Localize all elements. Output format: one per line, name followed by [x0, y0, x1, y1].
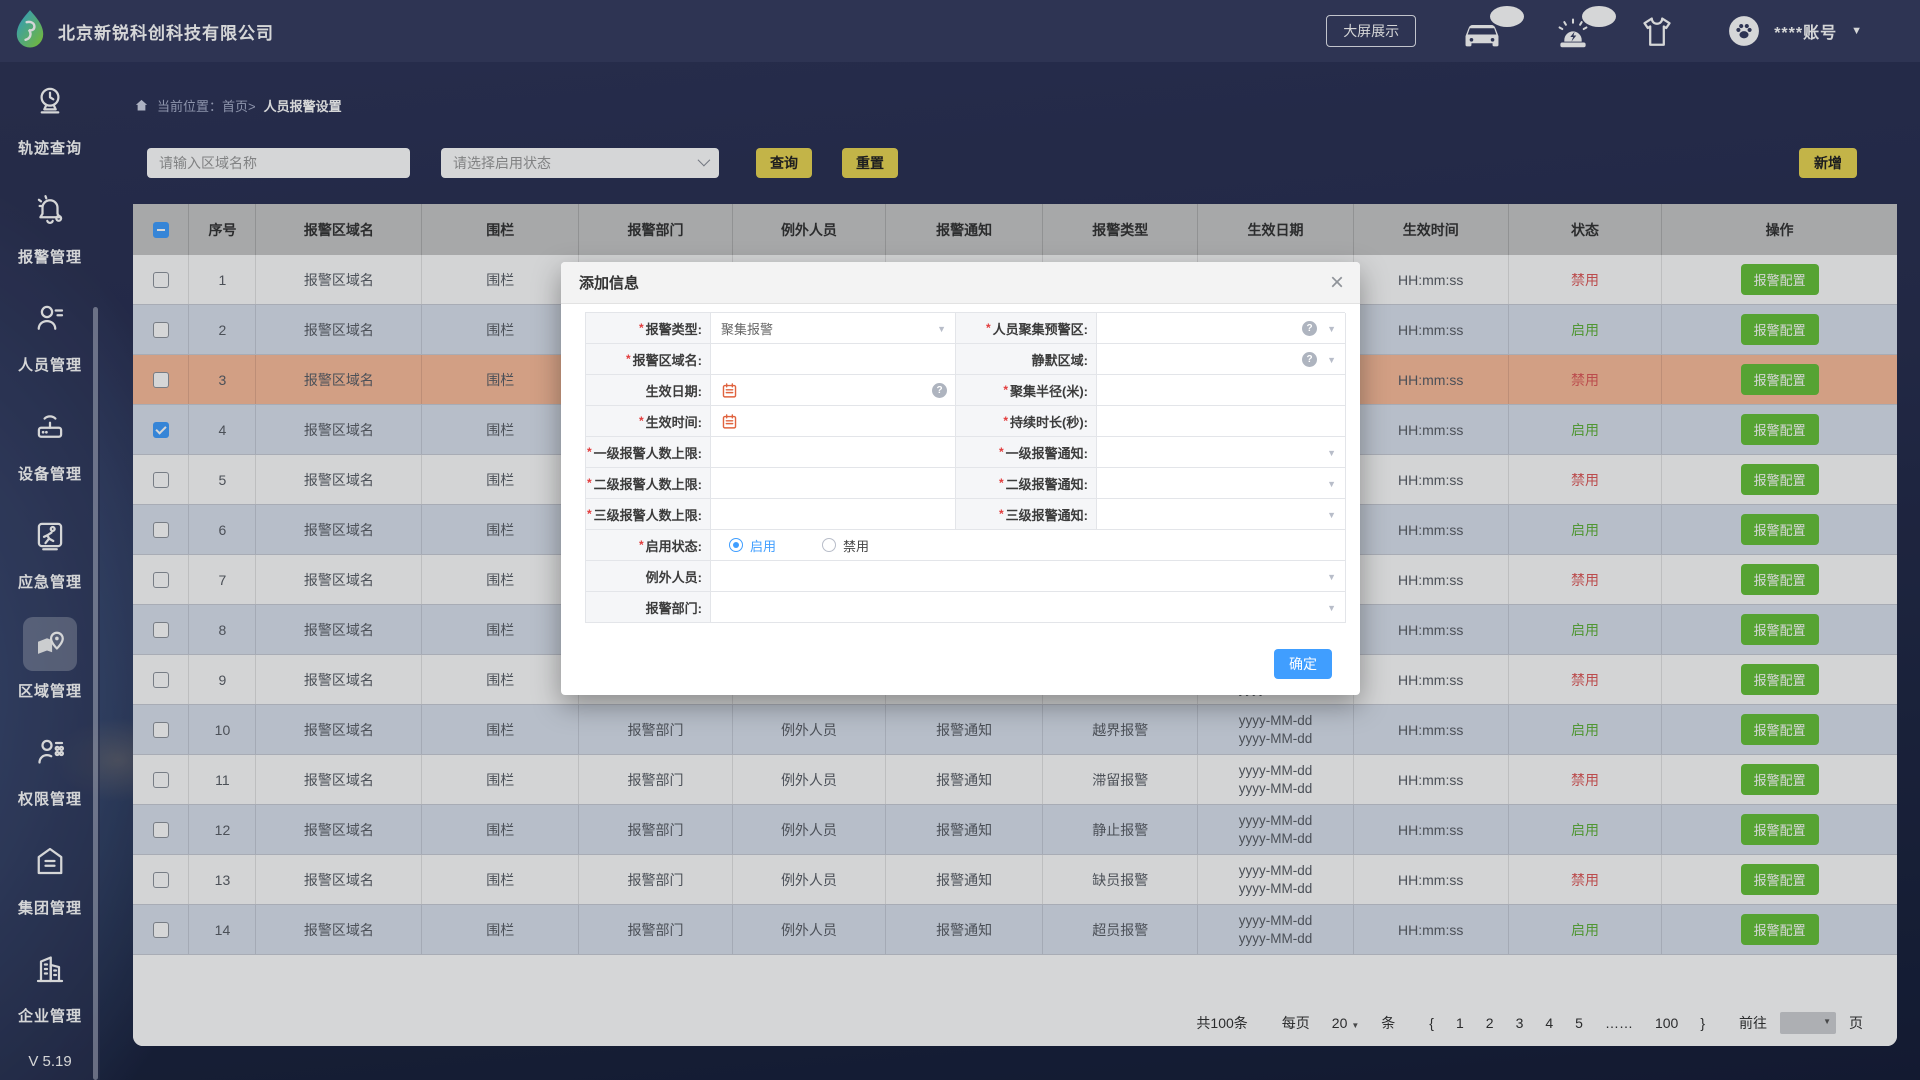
modal-title: 添加信息: [579, 272, 639, 293]
radio-dot-icon: [822, 538, 836, 552]
caret-down-icon: ▼: [1327, 572, 1336, 582]
label-报警类型: *报警类型:: [586, 313, 711, 344]
label-二级报警通知: *二级报警通知:: [956, 468, 1097, 499]
caret-down-icon: ▼: [1327, 479, 1336, 489]
field-报警类型[interactable]: 聚集报警 ▼: [711, 313, 956, 344]
field-例外人员[interactable]: ▼: [711, 561, 1346, 592]
label-聚集半径(米): *聚集半径(米):: [956, 375, 1097, 406]
field-三级报警通知[interactable]: ▼: [1097, 499, 1346, 530]
field-报警部门[interactable]: ▼: [711, 592, 1346, 623]
required-asterisk: *: [639, 414, 644, 428]
label-二级报警人数上限: *二级报警人数上限:: [586, 468, 711, 499]
calendar-icon: [721, 413, 738, 430]
required-asterisk: *: [587, 445, 592, 459]
required-asterisk: *: [1003, 414, 1008, 428]
confirm-button[interactable]: 确定: [1274, 649, 1332, 679]
help-icon: ?: [1302, 321, 1317, 336]
help-icon: ?: [1302, 352, 1317, 367]
caret-down-icon: ▼: [1327, 448, 1336, 458]
field-一级报警人数上限[interactable]: [711, 437, 956, 468]
field-持续时长(秒)[interactable]: [1097, 406, 1346, 437]
radio-启用[interactable]: 启用: [729, 536, 776, 555]
required-asterisk: *: [999, 476, 1004, 490]
label-三级报警通知: *三级报警通知:: [956, 499, 1097, 530]
required-asterisk: *: [639, 538, 644, 552]
label-一级报警人数上限: *一级报警人数上限:: [586, 437, 711, 468]
label-人员聚集预警区: *人员聚集预警区:: [956, 313, 1097, 344]
field-三级报警人数上限[interactable]: [711, 499, 956, 530]
required-asterisk: *: [587, 507, 592, 521]
radio-禁用[interactable]: 禁用: [822, 536, 869, 555]
required-asterisk: *: [1003, 383, 1008, 397]
field-启用状态[interactable]: 启用 禁用: [711, 530, 1346, 561]
caret-down-icon: ▼: [1327, 355, 1336, 365]
label-报警区域名: *报警区域名:: [586, 344, 711, 375]
caret-down-icon: ▼: [937, 324, 946, 334]
field-报警区域名[interactable]: [711, 344, 956, 375]
field-value: 聚集报警: [721, 319, 773, 338]
label-启用状态: *启用状态:: [586, 530, 711, 561]
caret-down-icon: ▼: [1327, 324, 1336, 334]
label-生效时间: *生效时间:: [586, 406, 711, 437]
field-聚集半径(米)[interactable]: [1097, 375, 1346, 406]
field-生效日期[interactable]: ?: [711, 375, 956, 406]
label-一级报警通知: *一级报警通知:: [956, 437, 1097, 468]
field-静默区域[interactable]: ?▼: [1097, 344, 1346, 375]
add-info-modal: 添加信息 × *报警类型:聚集报警▼*人员聚集预警区:?▼*报警区域名:静默区域…: [561, 262, 1360, 695]
required-asterisk: *: [639, 321, 644, 335]
close-icon[interactable]: ×: [1330, 271, 1344, 295]
field-人员聚集预警区[interactable]: ?▼: [1097, 313, 1346, 344]
label-例外人员: 例外人员:: [586, 561, 711, 592]
field-二级报警通知[interactable]: ▼: [1097, 468, 1346, 499]
radio-dot-icon: [729, 538, 743, 552]
modal-header: 添加信息 ×: [561, 262, 1360, 304]
help-icon: ?: [932, 383, 947, 398]
calendar-icon: [721, 382, 738, 399]
label-静默区域: 静默区域:: [956, 344, 1097, 375]
caret-down-icon: ▼: [1327, 510, 1336, 520]
field-一级报警通知[interactable]: ▼: [1097, 437, 1346, 468]
required-asterisk: *: [587, 476, 592, 490]
label-持续时长(秒): *持续时长(秒):: [956, 406, 1097, 437]
required-asterisk: *: [999, 445, 1004, 459]
label-三级报警人数上限: *三级报警人数上限:: [586, 499, 711, 530]
required-asterisk: *: [626, 352, 631, 366]
field-生效时间[interactable]: [711, 406, 956, 437]
label-报警部门: 报警部门:: [586, 592, 711, 623]
required-asterisk: *: [999, 507, 1004, 521]
caret-down-icon: ▼: [1327, 603, 1336, 613]
required-asterisk: *: [986, 321, 991, 335]
label-生效日期: 生效日期:: [586, 375, 711, 406]
field-二级报警人数上限[interactable]: [711, 468, 956, 499]
